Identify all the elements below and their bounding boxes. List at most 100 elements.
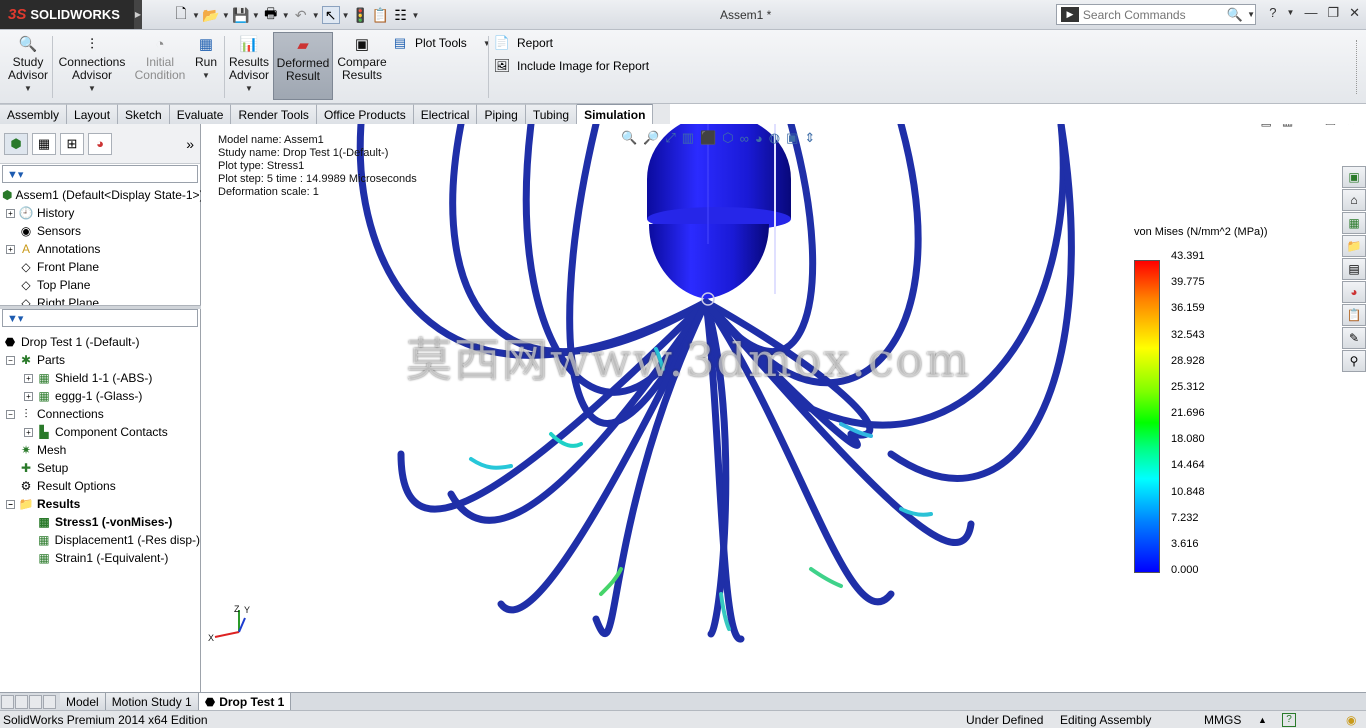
plot-tools-button[interactable]: ▤ Plot Tools ▼ <box>391 35 491 51</box>
collapse-icon[interactable]: − <box>6 355 15 365</box>
minimize-icon[interactable]: — <box>1304 5 1317 21</box>
zoom-area-icon[interactable]: 🔎 <box>643 130 659 146</box>
initial-condition-button[interactable]: ◔ Initial Condition <box>131 34 189 82</box>
tile-horizontal-icon[interactable]: ▤ <box>1260 124 1271 128</box>
triad-view-icon[interactable]: ⇕ <box>804 130 815 146</box>
chevron-up-icon[interactable]: ▲ <box>1258 715 1267 725</box>
help-status-icon[interactable]: ? <box>1282 713 1296 727</box>
solidworks-logo[interactable]: 3S SOLIDWORKS <box>0 0 134 29</box>
menu-pin-icon[interactable]: ▶ <box>134 0 142 29</box>
collapse-icon[interactable]: − <box>6 409 15 419</box>
expand-icon[interactable]: + <box>24 391 33 401</box>
view-settings-icon[interactable]: ▣ <box>786 130 798 146</box>
undo-icon[interactable]: ↶ <box>292 6 310 24</box>
tree-item-result-options[interactable]: ⚙ Result Options <box>0 477 200 495</box>
print-icon[interactable]: 🖶 <box>262 5 280 24</box>
search-icon[interactable]: 🔍 <box>1227 7 1243 23</box>
tab-assembly[interactable]: Assembly <box>0 104 68 124</box>
chevron-down-icon[interactable]: ▼ <box>192 11 200 20</box>
custom-properties-icon[interactable]: 📋 <box>1342 304 1366 326</box>
chevron-down-icon[interactable]: ▼ <box>342 11 350 20</box>
tree-item-part-shield[interactable]: + ▦ Shield 1-1 (-ABS-) <box>0 369 200 387</box>
previous-view-icon[interactable]: ⤢ <box>665 130 675 146</box>
connections-advisor-button[interactable]: ⫶ Connections Advisor ▼ <box>56 34 128 95</box>
tree-item-component-contacts[interactable]: + ▙ Component Contacts <box>0 423 200 441</box>
restore-icon[interactable]: ❐ <box>1327 5 1339 21</box>
view-palette-icon[interactable]: ▤ <box>1342 258 1366 280</box>
tab-evaluate[interactable]: Evaluate <box>169 104 232 124</box>
new-document-icon[interactable]: 🗋 <box>172 5 190 24</box>
graphics-area[interactable]: Model name: Assem1 Study name: Drop Test… <box>201 124 1366 692</box>
tree-item-mesh[interactable]: ✷ Mesh <box>0 441 200 459</box>
more-tabs-icon[interactable]: » <box>186 136 194 152</box>
tree-item-connections[interactable]: − ⫶ Connections <box>0 405 200 423</box>
display-style-icon[interactable]: ⬡ <box>722 130 733 146</box>
chevron-down-icon[interactable]: ▼ <box>202 69 210 82</box>
first-tab-nav-icon[interactable] <box>1 694 14 709</box>
tab-office-products[interactable]: Office Products <box>316 104 414 124</box>
chevron-down-icon[interactable]: ▼ <box>1247 10 1255 19</box>
design-library-icon[interactable]: ▦ <box>1342 212 1366 234</box>
tree-item-setup[interactable]: ✚ Setup <box>0 459 200 477</box>
tab-piping[interactable]: Piping <box>477 104 526 124</box>
chevron-down-icon[interactable]: ▼ <box>483 39 491 48</box>
tile-vertical-icon[interactable]: ▥ <box>1282 124 1293 128</box>
tree-root-assembly[interactable]: ⬢ Assem1 (Default<Display State-1>) <box>0 186 204 204</box>
tree-item-parts[interactable]: − ✱ Parts <box>0 351 200 369</box>
tab-sketch[interactable]: Sketch <box>118 104 170 124</box>
tab-layout[interactable]: Layout <box>67 104 119 124</box>
home-icon[interactable]: ⌂ <box>1342 189 1366 211</box>
simulation-tree-filter[interactable]: ▼▾ <box>2 309 198 327</box>
hide-show-icon[interactable]: ∞ <box>740 131 749 146</box>
select-arrow-icon[interactable]: ↖ <box>321 6 340 24</box>
apply-scene-icon[interactable]: ◍ <box>769 130 780 146</box>
run-button[interactable]: ▦ Run ▼ <box>192 34 220 82</box>
search-input[interactable] <box>1082 7 1223 22</box>
search-commands-box[interactable]: ▶ 🔍 ▼ <box>1056 4 1256 25</box>
viewport-close-icon[interactable]: ✕ <box>1346 124 1356 128</box>
save-icon[interactable]: 💾 <box>232 6 250 24</box>
prev-tab-nav-icon[interactable] <box>15 694 28 709</box>
last-tab-nav-icon[interactable] <box>43 694 56 709</box>
tab-simulation[interactable]: Simulation <box>577 104 654 124</box>
expand-icon[interactable]: + <box>24 427 33 437</box>
simulation-advisor-icon[interactable]: ⚲ <box>1342 350 1366 372</box>
collapse-icon[interactable]: − <box>6 499 15 509</box>
tree-item-stress[interactable]: ▦ Stress1 (-vonMises-) <box>0 513 200 531</box>
tree-item-top-plane[interactable]: ◇ Top Plane <box>0 276 200 294</box>
chevron-down-icon[interactable]: ▼ <box>412 11 420 20</box>
results-advisor-button[interactable]: 📊 Results Advisor ▼ <box>227 34 271 95</box>
tree-item-displacement[interactable]: ▦ Displacement1 (-Res disp-) <box>0 531 200 549</box>
chevron-down-icon[interactable]: ▼ <box>282 11 290 20</box>
close-icon[interactable]: ✕ <box>1349 5 1360 21</box>
notification-icon[interactable]: ◉ <box>1346 713 1356 727</box>
zoom-to-fit-icon[interactable]: 🔍 <box>621 130 637 146</box>
forum-icon[interactable]: ✎ <box>1342 327 1366 349</box>
help-icon[interactable]: ? <box>1269 5 1276 21</box>
include-image-for-report-button[interactable]: 🖼 Include Image for Report <box>493 58 649 74</box>
chevron-down-icon[interactable]: ▼ <box>24 82 32 95</box>
chevron-down-icon[interactable]: ▼ <box>245 82 253 95</box>
tree-item-study[interactable]: ⬣ Drop Test 1 (-Default-) <box>0 333 200 351</box>
chevron-down-icon[interactable]: ▼ <box>1287 8 1295 21</box>
deformed-result-button[interactable]: ▰ Deformed Result <box>273 32 333 100</box>
view-orientation-icon[interactable]: ⬛ <box>700 130 716 146</box>
solidworks-resources-icon[interactable]: ▣ <box>1342 166 1366 188</box>
tree-item-history[interactable]: + 🕘 History <box>0 204 200 222</box>
appearances-icon[interactable]: ◕ <box>1342 281 1366 303</box>
section-view-icon[interactable]: ▥ <box>682 130 694 146</box>
chevron-down-icon[interactable]: ▼ <box>88 82 96 95</box>
expand-icon[interactable]: + <box>6 208 15 218</box>
tab-tubing[interactable]: Tubing <box>525 104 578 124</box>
chevron-down-icon[interactable]: ▼ <box>312 11 320 20</box>
tab-drop-test-1[interactable]: ⬣ Drop Test 1 <box>198 693 292 710</box>
rebuild-icon[interactable]: 🚦 <box>352 6 370 24</box>
feature-manager-tab-icon[interactable]: ⬢ <box>4 132 28 155</box>
tab-render-tools[interactable]: Render Tools <box>231 104 317 124</box>
configuration-manager-tab-icon[interactable]: ⊞ <box>60 132 84 155</box>
units-selector[interactable]: MMGS <box>1204 713 1241 727</box>
expand-icon[interactable]: + <box>6 244 15 254</box>
file-properties-icon[interactable]: 📋 <box>372 6 390 24</box>
tree-item-results[interactable]: − 📁 Results <box>0 495 200 513</box>
display-manager-tab-icon[interactable]: ◕ <box>88 132 112 155</box>
